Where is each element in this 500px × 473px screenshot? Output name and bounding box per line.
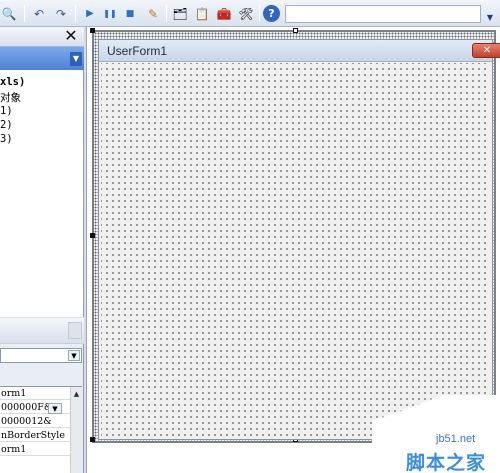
userform[interactable]: UserForm1 ✕ xyxy=(98,39,500,440)
userform-grid-canvas[interactable] xyxy=(101,63,490,439)
tree-item-workbook[interactable]: xls) xyxy=(0,76,25,88)
project-explorer-pane: ✕ ▼ xls) 对象 1) 2) 3) xyxy=(0,27,84,317)
project-explorer-icon[interactable]: 🗂 xyxy=(170,5,190,22)
help-icon[interactable]: ? xyxy=(263,5,280,22)
resize-handle-top-left[interactable] xyxy=(90,28,95,33)
project-explorer-header: ✕ xyxy=(0,27,84,47)
toolbar-separator xyxy=(166,5,167,22)
tree-item-sheet2[interactable]: 2) xyxy=(0,119,13,131)
object-browser-icon[interactable]: 🧰 xyxy=(214,5,234,22)
properties-icon[interactable]: 📋 xyxy=(192,5,212,22)
userform-title-bar[interactable]: UserForm1 xyxy=(99,40,492,62)
break-icon[interactable]: ❚❚ xyxy=(102,5,118,22)
redo-icon[interactable]: ↷ xyxy=(52,5,70,22)
chevron-down-icon[interactable]: ▼ xyxy=(48,403,62,414)
resize-handle-top[interactable] xyxy=(293,28,298,33)
property-value-borderstyle[interactable]: nBorderStyle xyxy=(0,429,70,442)
designer-frame: UserForm1 ✕ xyxy=(90,28,500,443)
toolbox-icon[interactable]: 🛠 xyxy=(236,5,256,22)
design-mode-icon[interactable]: ✎ xyxy=(144,5,162,22)
toolbar-separator xyxy=(75,5,76,22)
tree-item-sheet1[interactable]: 1) xyxy=(0,105,13,117)
object-selector-dropdown[interactable]: ▼ xyxy=(0,348,82,363)
find-icon[interactable]: 🔍 xyxy=(0,5,18,22)
close-icon[interactable]: ✕ xyxy=(472,43,500,58)
toolbar-separator xyxy=(24,5,25,22)
properties-scrollbar[interactable]: ▲ xyxy=(70,387,82,473)
run-icon[interactable]: ▶ xyxy=(82,5,98,22)
userform-title: UserForm1 xyxy=(107,44,168,58)
property-value-text: 000000F& xyxy=(1,402,53,413)
chevron-down-icon[interactable]: ▼ xyxy=(70,52,82,66)
toolbar-separator xyxy=(259,5,260,22)
properties-close-button[interactable] xyxy=(68,322,82,339)
property-value-name[interactable]: orm1 xyxy=(0,387,70,400)
resize-handle-bottom-left[interactable] xyxy=(90,437,95,442)
reset-icon[interactable]: ■ xyxy=(122,5,138,22)
properties-header xyxy=(0,318,84,344)
resize-handle-left[interactable] xyxy=(90,233,95,238)
close-icon[interactable]: ✕ xyxy=(62,28,80,45)
watermark-domain: jb51.net xyxy=(436,433,476,445)
property-value-bordercolor[interactable]: 0000012& xyxy=(0,415,70,428)
project-explorer-toolbar: ▼ xyxy=(0,47,84,70)
property-value-caption[interactable]: orm1 xyxy=(0,443,70,456)
watermark-brand: 脚本之家 xyxy=(406,452,487,473)
toolbar-search-box[interactable] xyxy=(285,5,481,23)
tree-item-sheet3[interactable]: 3) xyxy=(0,133,13,145)
properties-pane: ▼ orm1 000000F& ▼ 0000012& nBorderStyle … xyxy=(0,318,84,473)
chevron-up-icon[interactable]: ▲ xyxy=(72,389,81,399)
properties-grid: orm1 000000F& ▼ 0000012& nBorderStyle or… xyxy=(0,386,82,473)
toolbar-options-icon[interactable]: ▼ xyxy=(484,12,496,24)
chevron-down-icon[interactable]: ▼ xyxy=(68,350,80,361)
undo-icon[interactable]: ↶ xyxy=(30,5,48,22)
tree-item-objects-folder[interactable]: 对象 xyxy=(0,90,21,105)
standard-toolbar: 🔍 ↶ ↷ ▶ ❚❚ ■ ✎ 🗂 📋 🧰 🛠 ? ▼ xyxy=(0,0,500,27)
